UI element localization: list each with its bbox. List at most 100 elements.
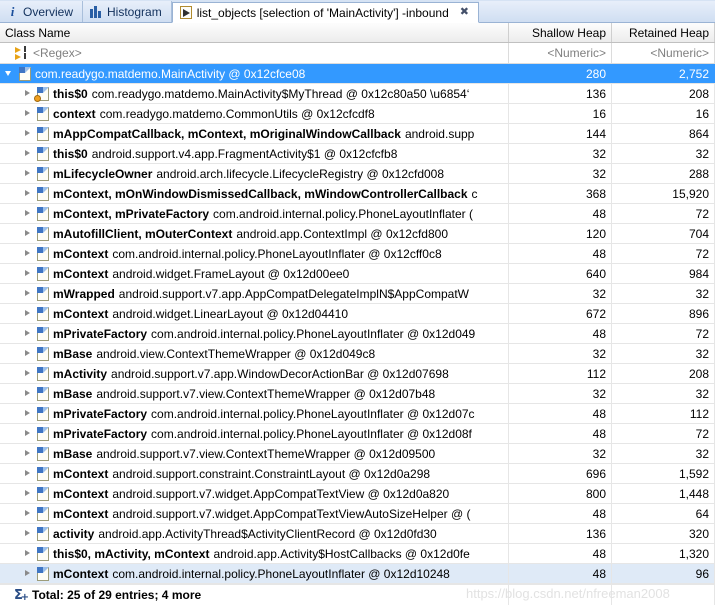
sum-icon: Σ + [14,589,29,603]
tab-list-objects[interactable]: list_objects [selection of 'MainActivity… [171,2,479,23]
table-row[interactable]: mContext com.android.internal.policy.Phon… [0,244,715,264]
field-name-label: mContext [53,506,109,521]
chevron-right-icon[interactable] [22,408,33,419]
chevron-down-icon[interactable] [4,68,15,79]
table-row[interactable]: mAppCompatCallback, mContext, mOriginalW… [0,124,715,144]
chevron-right-icon[interactable] [22,528,33,539]
table-row[interactable]: mLifecycleOwner android.arch.lifecycle.Li… [0,164,715,184]
table-footer: Σ + Total: 25 of 29 entries; 4 more [0,584,715,605]
cell-retained-heap: 864 [612,124,715,143]
chevron-right-icon[interactable] [22,468,33,479]
column-header-retained-heap[interactable]: Retained Heap [612,23,715,42]
chevron-right-icon[interactable] [22,228,33,239]
chevron-right-icon[interactable] [22,148,33,159]
chevron-right-icon[interactable] [22,568,33,579]
cell-shallow-heap: 144 [509,124,612,143]
chevron-right-icon[interactable] [22,448,33,459]
table-row[interactable]: mPrivateFactory com.android.internal.poli… [0,424,715,444]
cell-retained-heap: 32 [612,444,715,463]
object-type-label: android.support.v4.app.FragmentActivity$… [91,146,398,161]
column-header-shallow-heap[interactable]: Shallow Heap [509,23,612,42]
tab-histogram-label: Histogram [107,4,162,19]
table-row[interactable]: mPrivateFactory com.android.internal.poli… [0,324,715,344]
table-row[interactable]: mBase android.view.ContextThemeWrapper @ … [0,344,715,364]
cell-retained-heap: 64 [612,504,715,523]
regex-filter-icon [14,45,28,60]
cell-retained-heap: 1,320 [612,544,715,563]
table-row[interactable]: mActivity android.support.v7.app.WindowDe… [0,364,715,384]
cell-class-name: mActivity android.support.v7.app.WindowDe… [0,364,509,383]
table-row[interactable]: this$0, mActivity, mContext android.app.A… [0,544,715,564]
chevron-right-icon[interactable] [22,368,33,379]
object-type-label: android.support.constraint.ConstraintLay… [112,466,431,481]
table-row[interactable]: mContext android.support.constraint.Const… [0,464,715,484]
table-row[interactable]: this$0 com.readygo.matdemo.MainActivity$M… [0,84,715,104]
table-row[interactable]: activity android.app.ActivityThread$Activ… [0,524,715,544]
chevron-right-icon[interactable] [22,388,33,399]
field-name-label: mContext [53,246,109,261]
chevron-right-icon[interactable] [22,308,33,319]
table-row[interactable]: mContext, mOnWindowDismissedCallback, mW… [0,184,715,204]
filter-class-name-cell[interactable]: <Regex> [0,43,509,63]
table-row[interactable]: mContext android.widget.FrameLayout @ 0x1… [0,264,715,284]
table-row[interactable]: context com.readygo.matdemo.CommonUtils @… [0,104,715,124]
table-row[interactable]: this$0 android.support.v4.app.FragmentAct… [0,144,715,164]
field-name-label: mContext [53,466,109,481]
field-name-label: this$0 [53,146,88,161]
chevron-right-icon[interactable] [22,128,33,139]
close-icon[interactable]: ✖ [460,7,469,18]
chevron-right-icon[interactable] [22,168,33,179]
chevron-right-icon[interactable] [22,428,33,439]
column-header-class-name[interactable]: Class Name [0,23,509,42]
table-row[interactable]: mContext android.support.v7.widget.AppCom… [0,504,715,524]
chevron-right-icon[interactable] [22,88,33,99]
tab-bar-filler [478,1,715,22]
table-row[interactable]: mBase android.support.v7.view.ContextThem… [0,444,715,464]
info-icon: i [10,4,15,19]
chevron-right-icon[interactable] [22,268,33,279]
cell-class-name: mPrivateFactory com.android.internal.poli… [0,324,509,343]
object-type-label: android.support.v7.app.WindowDecorAction… [111,366,449,381]
field-name-label: mContext, mOnWindowDismissedCallback, mW… [53,186,468,201]
object-type-label: android.support.v7.widget.AppCompatTextV… [112,486,450,501]
table-row[interactable]: mContext, mPrivateFactory com.android.int… [0,204,715,224]
table-row[interactable]: mWrapped android.support.v7.app.AppCompat… [0,284,715,304]
list-objects-icon [179,6,192,19]
chevron-right-icon[interactable] [22,208,33,219]
total-shallow-cell [509,585,612,605]
object-type-label: com.android.internal.policy.PhoneLayoutI… [112,246,442,261]
object-type-label: com.android.internal.policy.PhoneLayoutI… [151,326,476,341]
table-row[interactable]: mBase android.support.v7.view.ContextThem… [0,384,715,404]
cell-retained-heap: 15,920 [612,184,715,203]
filter-shallow-heap-input[interactable]: <Numeric> [509,43,612,63]
chevron-right-icon[interactable] [22,548,33,559]
tab-overview[interactable]: i Overview [0,1,84,22]
filter-retained-heap-input[interactable]: <Numeric> [612,43,715,63]
table-row[interactable]: mAutofillClient, mOuterContext android.ap… [0,224,715,244]
cell-class-name: mContext, mOnWindowDismissedCallback, mW… [0,184,509,203]
table-row[interactable]: mContext android.support.v7.widget.AppCom… [0,484,715,504]
chevron-right-icon[interactable] [22,488,33,499]
chevron-right-icon[interactable] [22,248,33,259]
object-type-label: android.support.v7.view.ContextThemeWrap… [96,446,436,461]
cell-retained-heap: 208 [612,364,715,383]
chevron-right-icon[interactable] [22,108,33,119]
chevron-right-icon[interactable] [22,328,33,339]
field-name-label: activity [53,526,95,541]
cell-class-name: mLifecycleOwner android.arch.lifecycle.Li… [0,164,509,183]
chevron-right-icon[interactable] [22,188,33,199]
table-row[interactable]: mPrivateFactory com.android.internal.poli… [0,404,715,424]
object-type-label: android.app.ContextImpl @ 0x12cfd800 [236,226,448,241]
table-row[interactable]: mContext android.widget.LinearLayout @ 0x… [0,304,715,324]
cell-class-name: mContext com.android.internal.policy.Phon… [0,564,509,583]
chevron-right-icon[interactable] [22,348,33,359]
cell-shallow-heap: 32 [509,144,612,163]
chevron-right-icon[interactable] [22,288,33,299]
chevron-right-icon[interactable] [22,508,33,519]
filter-class-name-input[interactable]: <Regex> [33,46,82,60]
cell-shallow-heap: 48 [509,404,612,423]
tab-histogram[interactable]: Histogram [83,1,172,22]
table-row[interactable]: com.readygo.matdemo.MainActivity @ 0x12c… [0,64,715,84]
cell-class-name: mContext android.support.v7.widget.AppCom… [0,504,509,523]
table-row[interactable]: mContext com.android.internal.policy.Phon… [0,564,715,584]
